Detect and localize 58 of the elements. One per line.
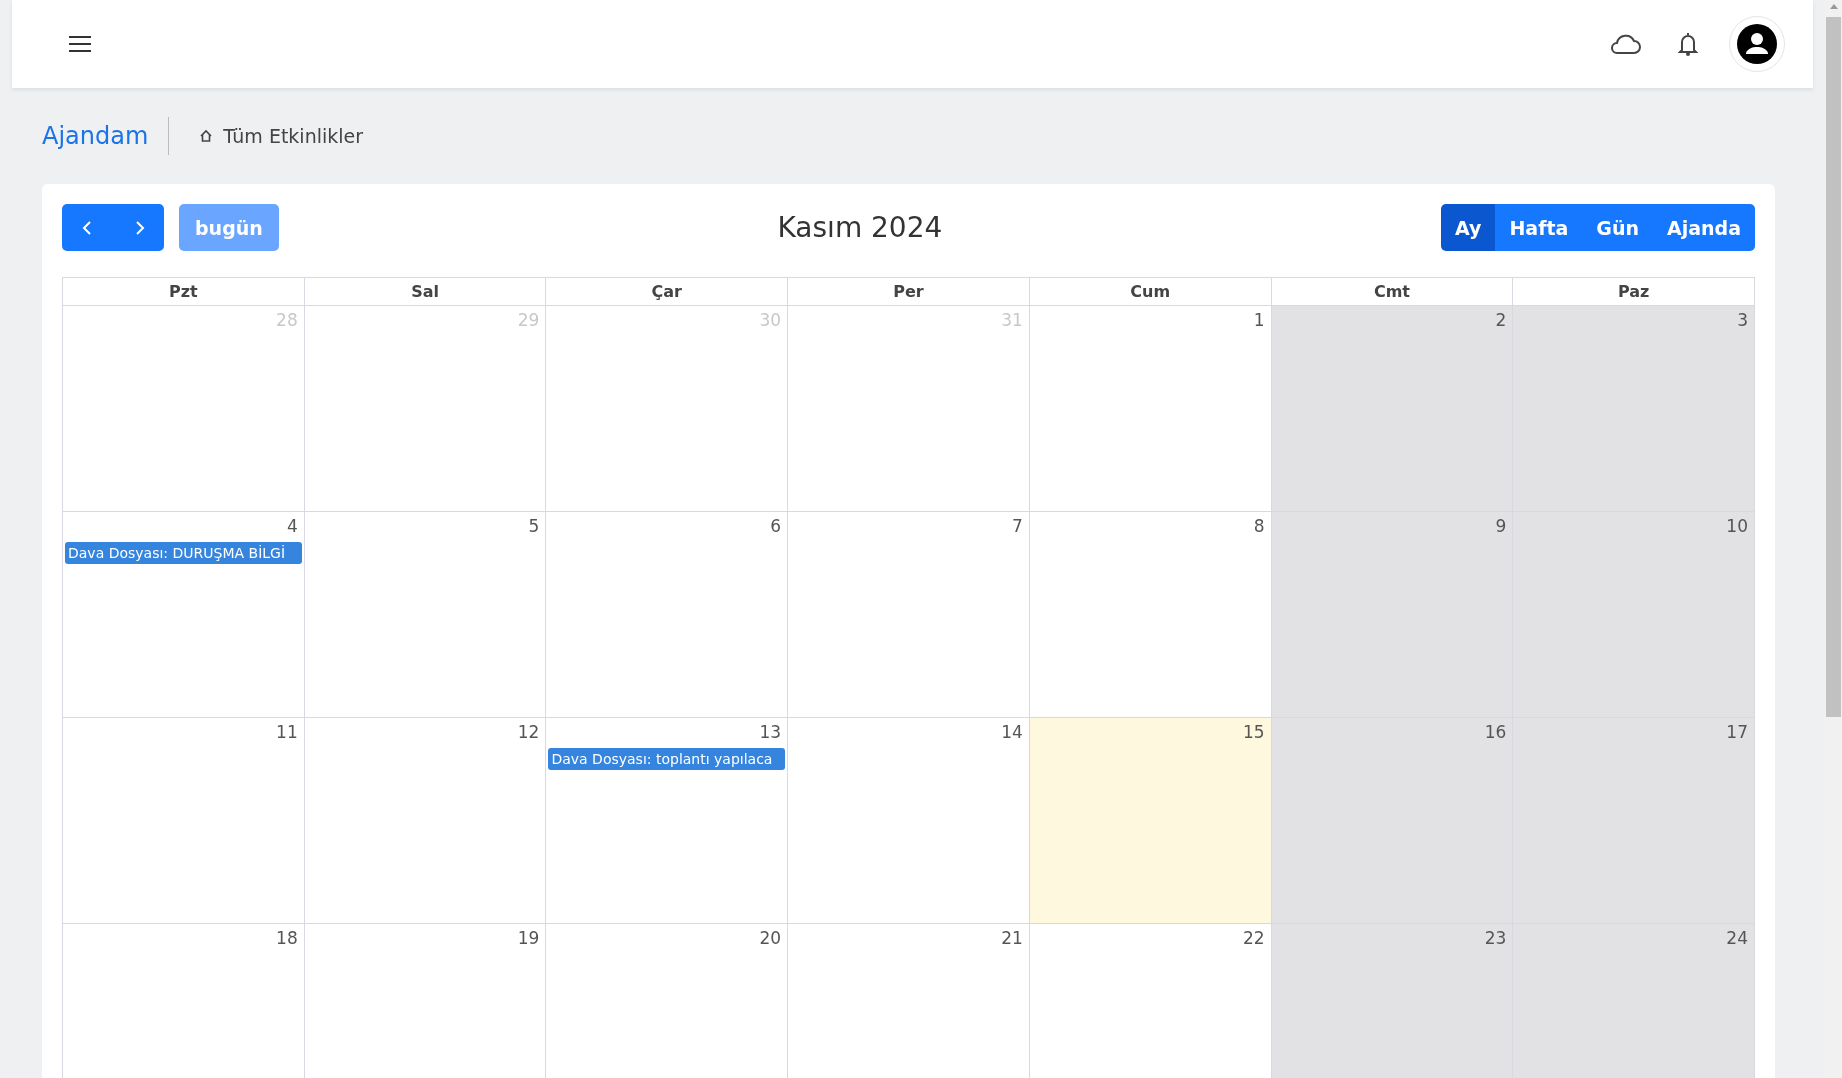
day-cell[interactable]: 3 — [1513, 306, 1755, 512]
day-number: 14 — [1001, 722, 1024, 742]
day-number: 15 — [1242, 722, 1266, 742]
day-number: 16 — [1484, 722, 1508, 742]
day-cell[interactable]: 16 — [1271, 718, 1514, 924]
day-cell[interactable]: 5 — [304, 512, 547, 718]
cloud-icon[interactable] — [1609, 33, 1641, 55]
day-number: 20 — [759, 928, 783, 948]
day-number: 9 — [1495, 516, 1508, 536]
day-number: 2 — [1495, 310, 1508, 330]
day-cell[interactable]: 7 — [788, 512, 1030, 718]
view-tab[interactable]: Ay — [1441, 204, 1496, 251]
home-icon — [199, 129, 214, 143]
day-cell[interactable]: 10 — [1513, 512, 1755, 718]
day-cell[interactable]: 12 — [304, 718, 547, 924]
day-number: 6 — [770, 516, 783, 536]
day-cell[interactable]: 17 — [1513, 718, 1755, 924]
day-number: 18 — [276, 928, 299, 948]
view-tab[interactable]: Ajanda — [1653, 204, 1755, 251]
day-cell[interactable]: 23 — [1271, 924, 1514, 1078]
day-cell[interactable]: 8 — [1029, 512, 1272, 718]
day-cell[interactable]: 13 Dava Dosyası: toplantı yapılaca — [546, 718, 789, 924]
page-title: Ajandam — [42, 117, 170, 155]
day-cell[interactable]: 24 — [1513, 924, 1755, 1078]
day-number: 7 — [1012, 516, 1024, 536]
day-number: 4 — [286, 516, 299, 536]
day-number: 1 — [1253, 310, 1266, 330]
day-cell[interactable]: 6 — [546, 512, 789, 718]
day-number: 5 — [528, 516, 541, 536]
calendar-event[interactable]: Dava Dosyası: toplantı yapılaca — [548, 748, 786, 770]
user-icon — [1737, 24, 1777, 64]
day-number: 11 — [276, 722, 299, 742]
bell-icon[interactable] — [1677, 31, 1699, 57]
calendar-title: Kasım 2024 — [776, 211, 944, 244]
day-number: 19 — [517, 928, 541, 948]
day-number: 21 — [1001, 928, 1024, 948]
day-cell[interactable]: 11 — [63, 718, 305, 924]
view-tab[interactable]: Gün — [1582, 204, 1653, 251]
day-cell[interactable]: 4 Dava Dosyası: DURUŞMA BİLGİ — [63, 512, 305, 718]
day-cell[interactable]: 1 — [1029, 306, 1272, 512]
day-cell[interactable]: 9 — [1271, 512, 1514, 718]
day-number: 12 — [517, 722, 541, 742]
calendar-event[interactable]: Dava Dosyası: DURUŞMA BİLGİ — [65, 542, 302, 564]
day-number: 10 — [1726, 516, 1749, 536]
day-number: 8 — [1253, 516, 1266, 536]
avatar-button[interactable] — [1729, 16, 1785, 72]
day-cell[interactable]: 14 — [788, 718, 1030, 924]
menu-icon[interactable] — [68, 35, 92, 53]
day-cell[interactable]: 2 — [1271, 306, 1514, 512]
day-number: 24 — [1726, 928, 1749, 948]
day-number: 13 — [759, 722, 783, 742]
breadcrumb-link[interactable]: Tüm Etkinlikler — [199, 125, 364, 147]
day-cell[interactable]: 15 — [1029, 718, 1272, 924]
day-number: 22 — [1242, 928, 1266, 948]
day-number: 17 — [1726, 722, 1749, 742]
view-tab[interactable]: Hafta — [1495, 204, 1583, 251]
day-number: 23 — [1484, 928, 1508, 948]
day-number: 3 — [1737, 310, 1749, 330]
